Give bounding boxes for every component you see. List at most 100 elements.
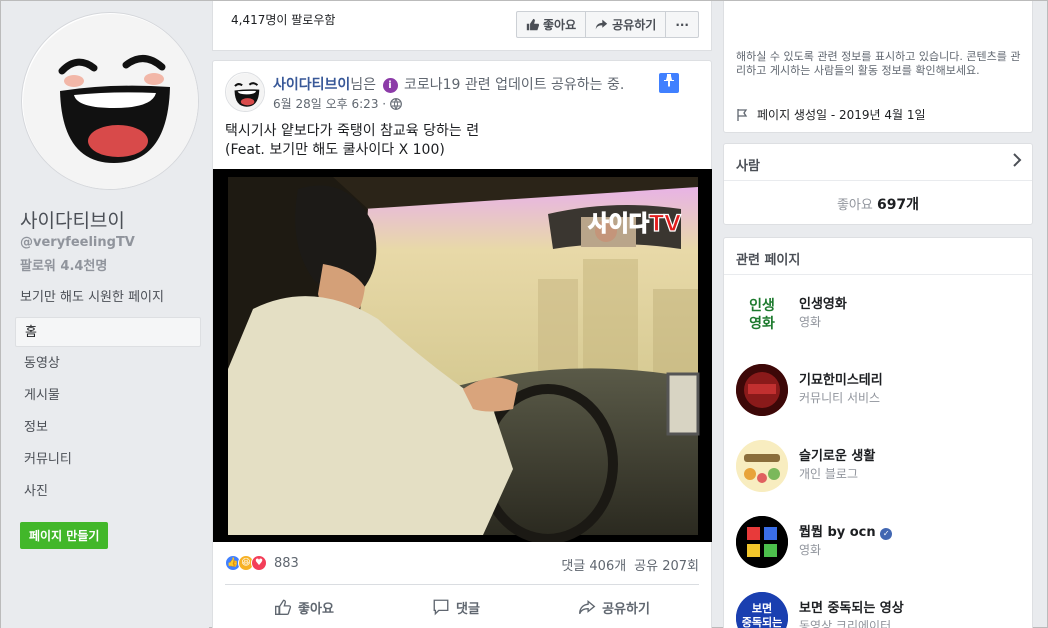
related-page-category: 개인 블로그 [799, 467, 859, 481]
comment-count[interactable]: 댓글 406개 [561, 555, 626, 574]
svg-text:중독되는: 중독되는 [742, 615, 782, 628]
thumbs-up-icon [526, 18, 540, 31]
svg-text:영화: 영화 [749, 315, 775, 332]
related-pages-card: 관련 페이지 인생 영화 인생영화 영화 기묘한미스테리 커뮤니티 서비스 슬기… [723, 237, 1033, 628]
share-icon [579, 599, 596, 615]
love-reaction-icon: ♥ [251, 555, 267, 571]
related-page-thumbnail[interactable] [736, 516, 788, 568]
related-page-name[interactable]: 보면 중독되는 영상 [799, 597, 904, 616]
page-created-text: 페이지 생성일 - 2019년 4월 1일 [757, 108, 926, 122]
nav-item-about[interactable]: 정보 [15, 413, 201, 445]
nav-item-posts[interactable]: 게시물 [15, 381, 201, 413]
people-likes: 좋아요 697개 [724, 194, 1032, 214]
divider [724, 180, 1032, 181]
page-transparency-text: 해하실 수 있도록 관련 정보를 표시하고 있습니다. 콘텐츠를 관리하고 게시… [736, 50, 1021, 77]
nav-item-community[interactable]: 커뮤니티 [15, 445, 201, 477]
related-page-thumbnail[interactable] [736, 440, 788, 492]
page-profile-picture[interactable] [21, 12, 199, 190]
people-likes-count: 697개 [876, 197, 920, 213]
globe-icon [390, 97, 402, 110]
related-page-item[interactable]: 뭡뭡 by ocn ✓ 영화 [736, 516, 1026, 568]
page-actions: 좋아요 공유하기 ··· [516, 11, 699, 38]
post-date[interactable]: 6월 28일 오후 6:23 · [273, 95, 386, 112]
divider [225, 584, 699, 585]
page-followers: 팔로워 4.4천명 [20, 259, 108, 274]
related-page-thumbnail[interactable]: 인생 영화 [736, 288, 788, 340]
verified-badge-icon: ✓ [880, 528, 893, 540]
laughing-face-icon [23, 14, 198, 189]
page-handle[interactable]: @veryfeelingTV [20, 235, 135, 250]
reaction-count: 883 [274, 555, 299, 571]
related-page-thumbnail[interactable] [736, 364, 788, 416]
divider [724, 274, 1032, 275]
people-title[interactable]: 사람 [736, 155, 760, 174]
related-page-name[interactable]: 기묘한미스테리 [799, 369, 883, 388]
engagement-counts: 댓글 406개 공유 207회 [561, 555, 699, 574]
like-page-label: 좋아요 [543, 18, 577, 32]
related-page-thumbnail[interactable]: 보면 중독되는 영상 [736, 592, 788, 628]
svg-text:인생: 인생 [749, 297, 775, 314]
info-icon: i [382, 78, 398, 93]
share-page-label: 공유하기 [612, 18, 657, 32]
wise-life-logo-icon [736, 440, 788, 492]
movie-logo-icon: 인생 영화 [736, 288, 788, 340]
addictive-video-logo-icon: 보면 중독되는 영상 [736, 592, 788, 628]
related-page-name[interactable]: 슬기로운 생활 [799, 445, 875, 464]
page-title[interactable]: 사이다티브이 [20, 206, 125, 233]
post-header: 사이다티브이님은 i 코로나19 관련 업데이트 공유하는 중. [273, 74, 624, 94]
more-options-button[interactable]: ··· [666, 12, 698, 37]
related-page-item[interactable]: 슬기로운 생활 개인 블로그 [736, 440, 1026, 492]
post-status[interactable]: 코로나19 관련 업데이트 공유하는 중. [404, 77, 624, 93]
feed-post: 사이다티브이님은 i 코로나19 관련 업데이트 공유하는 중. 6월 28일 … [212, 60, 712, 628]
related-page-category: 커뮤니티 서비스 [799, 391, 881, 405]
post-actions: 좋아요 댓글 공유하기 [225, 591, 699, 623]
video-frame: 사이다TV [213, 169, 712, 542]
related-page-item[interactable]: 보면 중독되는 영상 보면 중독되는 영상 동영상 크리에이터 [736, 592, 1026, 628]
nav-item-home[interactable]: 홈 [15, 317, 201, 347]
about-card: 해하실 수 있도록 관련 정보를 표시하고 있습니다. 콘텐츠를 관리하고 게시… [723, 1, 1033, 133]
thumbs-up-icon [275, 599, 292, 615]
nav-item-photos[interactable]: 사진 [15, 477, 201, 509]
post-author-avatar[interactable] [225, 72, 265, 112]
comment-icon [433, 599, 449, 616]
like-page-button[interactable]: 좋아요 [517, 12, 587, 37]
comment-button-label: 댓글 [456, 601, 480, 617]
related-page-category: 동영상 크리에이터 [799, 619, 892, 628]
ocn-logo-icon [736, 516, 788, 568]
share-page-button[interactable]: 공유하기 [586, 12, 667, 37]
share-button-label: 공유하기 [602, 601, 650, 617]
post-author-link[interactable]: 사이다티브이 [273, 77, 350, 93]
related-page-name[interactable]: 인생영화 [799, 293, 847, 312]
related-page-name[interactable]: 뭡뭡 by ocn ✓ [799, 521, 893, 540]
left-column: 사이다티브이 @veryfeelingTV 팔로워 4.4천명 보기만 해도 시… [1, 1, 209, 628]
related-page-item[interactable]: 기묘한미스테리 커뮤니티 서비스 [736, 364, 1026, 416]
share-icon [595, 19, 608, 30]
page-nav: 홈 동영상 게시물 정보 커뮤니티 사진 [15, 317, 201, 509]
related-page-category: 영화 [799, 315, 822, 329]
page-created-date: 페이지 생성일 - 2019년 4월 1일 [736, 106, 926, 123]
like-button[interactable]: 좋아요 [274, 591, 334, 623]
share-button[interactable]: 공유하기 [578, 591, 650, 623]
flag-icon [737, 108, 748, 121]
chevron-right-icon[interactable] [1012, 153, 1022, 171]
people-likes-label: 좋아요 [836, 198, 877, 213]
page-description: 보기만 해도 시원한 페이지 [20, 290, 164, 305]
post-text-line-1: 택시기사 얕보다가 죽탱이 참교육 당하는 련 [225, 123, 480, 139]
related-page-category: 영화 [799, 543, 822, 557]
followers-count: 4,417명이 팔로우함 [231, 13, 336, 27]
reactions-summary[interactable]: 👍 😆 ♥ 883 [225, 555, 299, 571]
pin-icon[interactable] [659, 73, 679, 93]
related-page-item[interactable]: 인생 영화 인생영화 영화 [736, 288, 1026, 340]
comment-button[interactable]: 댓글 [432, 591, 480, 623]
related-pages-title: 관련 페이지 [736, 253, 801, 268]
post-text-line-2: (Feat. 보기만 해도 쿨사이다 X 100) [225, 142, 445, 158]
create-page-button[interactable]: 페이지 만들기 [20, 522, 109, 549]
post-video[interactable]: 사이다TV [213, 169, 712, 542]
laughing-face-icon [226, 73, 264, 111]
post-meta: 6월 28일 오후 6:23 · [273, 95, 402, 112]
nav-item-videos[interactable]: 동영상 [15, 349, 201, 381]
follow-bar: 4,417명이 팔로우함 좋아요 공유하기 ··· [212, 1, 712, 51]
like-button-label: 좋아요 [298, 601, 334, 617]
share-count[interactable]: 공유 207회 [634, 555, 699, 574]
post-header-suffix: 님은 [350, 77, 381, 93]
